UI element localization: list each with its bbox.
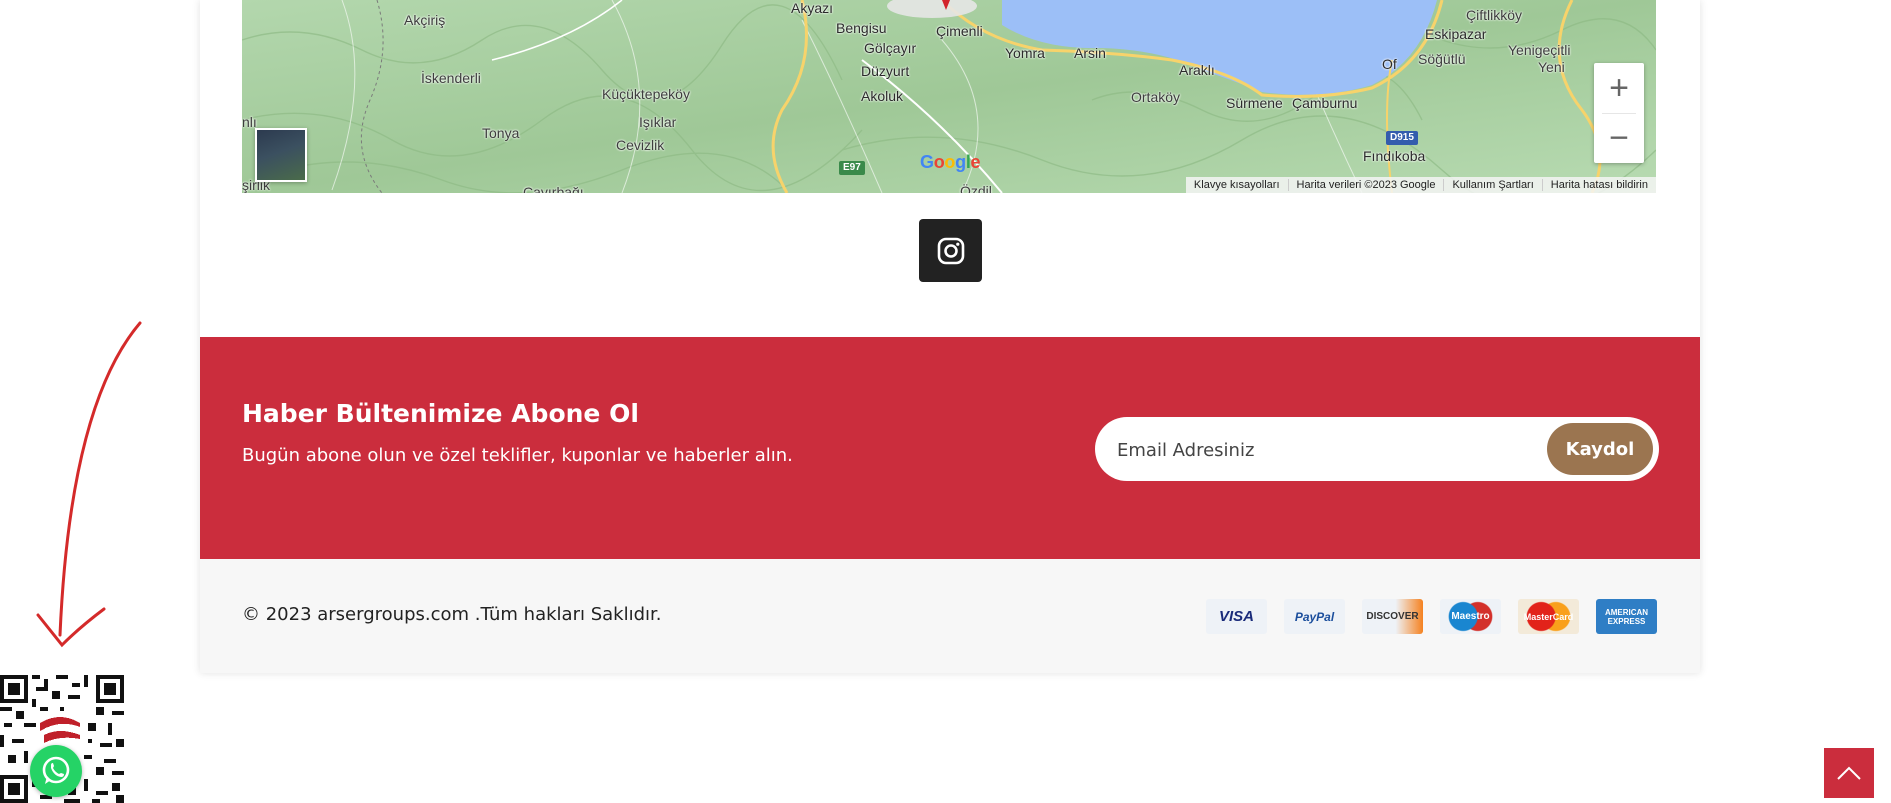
map-place-label: Cevizlik xyxy=(616,137,665,153)
whatsapp-icon xyxy=(42,756,70,784)
map-attribution: Klavye kısayolları Harita verileri ©2023… xyxy=(1185,177,1656,193)
map-place-label: Düzyurt xyxy=(861,63,910,79)
amex-card-icon: AMERICAN EXPRESS xyxy=(1596,599,1657,634)
chevron-up-icon xyxy=(1837,766,1861,780)
terms-link[interactable]: Kullanım Şartları xyxy=(1444,179,1543,191)
instagram-icon xyxy=(937,237,964,264)
discover-card-icon: DISCOVER xyxy=(1362,599,1423,634)
map-place-label: Akoluk xyxy=(861,88,904,104)
map-place-label: Yomra xyxy=(1005,45,1045,61)
map-place-label: Fındıkoba xyxy=(1363,148,1426,164)
map-place-label: Araklı xyxy=(1179,62,1215,78)
bottom-footer: © 2023 arsergroups.com .Tüm hakları Sakl… xyxy=(200,559,1700,673)
map-place-label: Söğütlü xyxy=(1418,51,1466,67)
newsletter-section: Haber Bültenimize Abone Ol Bugün abone o… xyxy=(200,337,1700,559)
road-badge: D915 xyxy=(1386,131,1418,145)
map-place-label: Özdil xyxy=(960,183,992,193)
keyboard-shortcuts-link[interactable]: Klavye kısayolları xyxy=(1186,179,1289,191)
map-place-label: Çamburnu xyxy=(1292,95,1358,111)
map-place-label: İskenderli xyxy=(421,70,481,86)
instagram-button[interactable] xyxy=(919,219,982,282)
mastercard-icon: MasterCard xyxy=(1518,599,1579,634)
map-place-label: Çimenli xyxy=(936,23,983,39)
map-place-label: Çiftlikköy xyxy=(1466,7,1523,23)
map-place-label: Yeni xyxy=(1538,59,1565,75)
map-place-label: Bengisu xyxy=(836,20,887,36)
google-logo: Google xyxy=(920,152,981,172)
map-place-label: Eskipazar xyxy=(1425,26,1487,42)
maestro-card-icon: Maestro xyxy=(1440,599,1501,634)
map-data-credit: Harita verileri ©2023 Google xyxy=(1289,179,1445,191)
zoom-in-button[interactable]: + xyxy=(1594,63,1644,113)
whatsapp-button[interactable] xyxy=(30,745,82,797)
zoom-out-button[interactable]: − xyxy=(1594,113,1644,163)
map-place-label: Işıklar xyxy=(639,114,677,130)
map-place-label: Gölçayır xyxy=(864,40,917,56)
subscribe-button[interactable]: Kaydol xyxy=(1547,423,1653,475)
road-badge: E97 xyxy=(839,161,865,175)
map-place-label: Arsin xyxy=(1074,45,1106,61)
map-layer-toggle[interactable] xyxy=(255,128,307,182)
map-place-label: Ortaköy xyxy=(1131,89,1181,105)
payment-methods: VISA PayPal DISCOVER Maestro MasterCard … xyxy=(1206,599,1657,634)
map-place-label: Çayırbağı xyxy=(523,184,584,193)
scroll-to-top-button[interactable] xyxy=(1824,748,1874,798)
map-zoom-control: + − xyxy=(1594,63,1644,163)
paypal-icon: PayPal xyxy=(1284,599,1345,634)
copyright-text: © 2023 arsergroups.com .Tüm hakları Sakl… xyxy=(242,604,662,625)
google-map[interactable]: Akçiriş İskenderli Tonya Küçüktepeköy Iş… xyxy=(242,0,1656,193)
email-field[interactable] xyxy=(1115,417,1539,483)
map-place-label: Küçüktepeköy xyxy=(602,86,690,102)
visa-card-icon: VISA xyxy=(1206,599,1267,634)
map-place-label: Tonya xyxy=(482,125,520,141)
map-place-label: Akçiriş xyxy=(404,12,446,28)
red-arrow-icon xyxy=(36,321,142,648)
map-place-label: Akyazı xyxy=(791,0,834,16)
report-map-error-link[interactable]: Harita hatası bildirin xyxy=(1543,179,1656,191)
map-place-label: Sürmene xyxy=(1226,95,1283,111)
map-place-label: Yenigeçitli xyxy=(1508,42,1571,58)
map-place-label: Of xyxy=(1382,56,1397,72)
newsletter-title: Haber Bültenimize Abone Ol xyxy=(242,399,639,428)
newsletter-subtitle: Bugün abone olun ve özel teklifler, kupo… xyxy=(242,445,793,466)
newsletter-form: Kaydol xyxy=(1095,417,1659,483)
